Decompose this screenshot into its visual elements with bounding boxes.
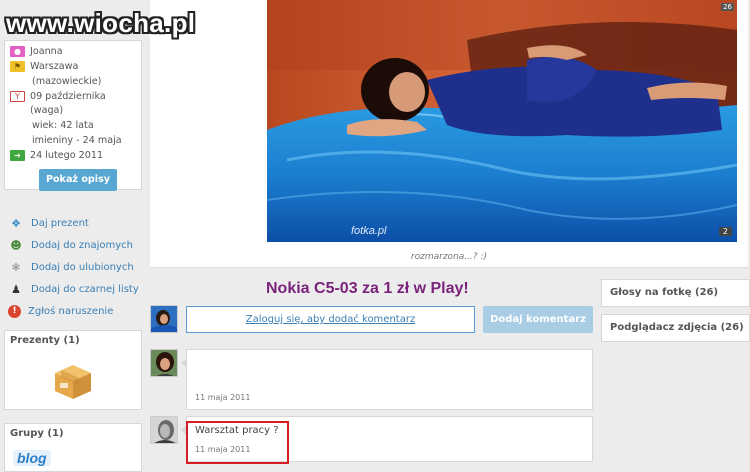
add-blacklist-label: Dodaj do czarnej listy [31, 283, 139, 295]
profile-actions: ❖ Daj prezent ☻ Dodaj do znajomych ✱ Dod… [8, 212, 148, 322]
report-label: Zgłoś naruszenie [28, 305, 114, 317]
report-link[interactable]: ! Zgłoś naruszenie [8, 300, 148, 322]
main-photo[interactable]: 26 fotka.pl 2 [267, 0, 737, 242]
profile-region: (mazowieckie) [32, 76, 102, 87]
photo-source-label: fotka.pl [351, 225, 387, 237]
groups-title: Grupy (1) [10, 428, 64, 439]
report-icon: ! [8, 304, 21, 318]
gift-box-icon[interactable] [51, 361, 95, 401]
star-icon: ✱ [11, 260, 21, 274]
comment-avatar[interactable] [150, 349, 178, 377]
current-user-avatar [150, 305, 178, 333]
profile-city-row: ⚑ Warszawa [9, 60, 137, 74]
photo-image [267, 0, 737, 242]
add-friend-icon: ☻ [10, 238, 22, 252]
comment-item: 11 maja 2011 [181, 349, 593, 410]
person-icon: ● [10, 46, 25, 57]
profile-joined-row: ➜ 24 lutego 2011 [9, 149, 137, 163]
avatar-image [151, 417, 177, 443]
highlight-frame [186, 421, 289, 464]
photo-viewers-box[interactable]: Podglądacz zdjęcia (26) [601, 314, 750, 342]
avatar-image [151, 306, 177, 332]
profile-nameday-row: imieniny - 24 maja [9, 134, 137, 148]
cake-icon: Y [10, 91, 25, 102]
add-blacklist-link[interactable]: ♟ Dodaj do czarnej listy [8, 278, 148, 300]
profile-birthday-row: Y 09 października (waga) [9, 90, 137, 118]
profile-joined: 24 lutego 2011 [30, 150, 104, 161]
comment-avatar[interactable] [150, 416, 178, 444]
photo-corner-badge: 26 [721, 3, 734, 11]
comment-text [187, 350, 592, 358]
blacklist-icon: ♟ [11, 282, 21, 296]
show-descriptions-button[interactable]: Pokaż opisy [39, 169, 117, 191]
profile-name-row: ● Joanna [9, 45, 137, 59]
profile-birthday: 09 października (waga) [30, 91, 106, 116]
groups-box: Grupy (1) blog [4, 423, 142, 472]
ad-banner-link[interactable]: Nokia C5-03 za 1 zł w Play! [266, 280, 469, 298]
blog-group-logo[interactable]: blog [13, 450, 51, 466]
flag-icon: ⚑ [10, 61, 25, 72]
gifts-title: Prezenty (1) [10, 335, 80, 346]
profile-info-box: ● Joanna ⚑ Warszawa (mazowieckie) Y 09 p… [4, 40, 142, 191]
site-watermark: www.wiocha.pl [6, 8, 196, 38]
profile-name: Joanna [30, 46, 63, 57]
give-gift-link[interactable]: ❖ Daj prezent [8, 212, 148, 234]
add-friend-link[interactable]: ☻ Dodaj do znajomych [8, 234, 148, 256]
photo-panel: 26 fotka.pl 2 rozmarzona...? :) [150, 0, 748, 268]
add-comment-button[interactable]: Dodaj komentarz [483, 306, 593, 333]
give-gift-label: Daj prezent [31, 217, 89, 229]
add-favorite-link[interactable]: ✱ Dodaj do ulubionych [8, 256, 148, 278]
comment-date: 11 maja 2011 [195, 393, 251, 402]
gift-icon: ❖ [11, 216, 21, 230]
add-friend-label: Dodaj do znajomych [31, 239, 134, 251]
profile-age-row: wiek: 42 lata [9, 119, 137, 133]
profile-region-row: (mazowieckie) [9, 75, 137, 89]
gifts-box: Prezenty (1) [4, 330, 142, 410]
profile-age: wiek: 42 lata [32, 120, 94, 131]
arrow-icon: ➜ [10, 150, 25, 161]
login-to-comment-link[interactable]: Zaloguj się, aby dodać komentarz [186, 306, 475, 333]
avatar-image [151, 350, 177, 376]
photo-votes-box[interactable]: Głosy na fotkę (26) [601, 279, 750, 307]
profile-nameday: imieniny - 24 maja [32, 135, 122, 146]
profile-city: Warszawa [30, 61, 79, 72]
add-favorite-label: Dodaj do ulubionych [31, 261, 134, 273]
photo-caption: rozmarzona...? :) [410, 252, 488, 262]
photo-count-badge[interactable]: 2 [718, 227, 732, 236]
